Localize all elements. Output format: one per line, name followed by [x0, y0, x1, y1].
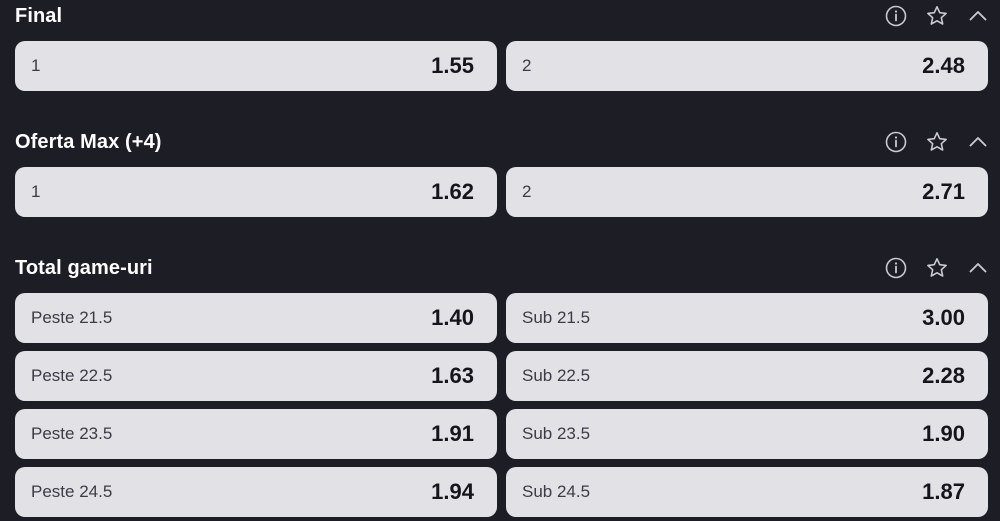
chevron-up-icon[interactable]	[966, 4, 990, 28]
market-title: Oferta Max (+4)	[15, 131, 162, 153]
odd-label: 2	[522, 56, 532, 75]
chevron-up-icon[interactable]	[966, 130, 990, 154]
odd-label: Peste 21.5	[31, 308, 113, 327]
odd-label: Peste 23.5	[31, 424, 113, 443]
odd-value: 1.91	[431, 421, 474, 446]
odd-button[interactable]: Sub 24.5 1.87	[506, 467, 988, 517]
odd-button[interactable]: Sub 22.5 2.28	[506, 351, 988, 401]
market-section: Final 1 1.55 2 2.48	[0, 0, 1000, 91]
odd-label: Peste 24.5	[31, 482, 113, 501]
odd-value: 2.48	[922, 53, 965, 78]
odd-value: 3.00	[922, 305, 965, 330]
market-actions	[884, 252, 990, 284]
odd-label: Peste 22.5	[31, 366, 113, 385]
odd-button[interactable]: Peste 21.5 1.40	[15, 293, 497, 343]
market-section: Oferta Max (+4) 1 1.62 2 2.71	[0, 126, 1000, 217]
odd-value: 1.87	[922, 479, 965, 504]
odd-value: 1.55	[431, 53, 474, 78]
odd-button[interactable]: Peste 24.5 1.94	[15, 467, 497, 517]
market-header: Oferta Max (+4)	[0, 126, 1000, 158]
odd-label: Sub 23.5	[522, 424, 591, 443]
odd-button[interactable]: 1 1.62	[15, 167, 497, 217]
star-icon[interactable]	[925, 256, 949, 280]
odd-button[interactable]: Sub 21.5 3.00	[506, 293, 988, 343]
odd-value: 2.28	[922, 363, 965, 388]
market-title: Final	[15, 5, 63, 27]
info-icon[interactable]	[884, 256, 908, 280]
odd-label: Sub 24.5	[522, 482, 591, 501]
odd-value: 1.40	[431, 305, 474, 330]
odd-value: 2.71	[922, 179, 965, 204]
info-icon[interactable]	[884, 130, 908, 154]
odd-button[interactable]: 1 1.55	[15, 41, 497, 91]
odd-label: 1	[31, 56, 41, 75]
odd-button[interactable]: Peste 23.5 1.91	[15, 409, 497, 459]
market-header: Total game-uri	[0, 252, 1000, 284]
odd-button[interactable]: 2 2.48	[506, 41, 988, 91]
star-icon[interactable]	[925, 130, 949, 154]
odd-button[interactable]: 2 2.71	[506, 167, 988, 217]
chevron-up-icon[interactable]	[966, 256, 990, 280]
info-icon[interactable]	[884, 4, 908, 28]
odd-value: 1.94	[431, 479, 474, 504]
market-actions	[884, 126, 990, 158]
market-header: Final	[0, 0, 1000, 32]
odd-button[interactable]: Peste 22.5 1.63	[15, 351, 497, 401]
market-section: Total game-uri Peste 21.5 1.40 Sub 21.5 3.00…	[0, 252, 1000, 517]
market-actions	[884, 0, 990, 32]
odd-label: 1	[31, 182, 41, 201]
odd-value: 1.62	[431, 179, 474, 204]
odd-label: Sub 21.5	[522, 308, 591, 327]
odd-value: 1.63	[431, 363, 474, 388]
odd-value: 1.90	[922, 421, 965, 446]
market-title: Total game-uri	[15, 257, 153, 279]
odd-label: 2	[522, 182, 532, 201]
markets-panel: Final 1 1.55 2 2.48 Oferta Max (+4) 1 1.62 2 2.71…	[0, 0, 1000, 521]
star-icon[interactable]	[925, 4, 949, 28]
odd-button[interactable]: Sub 23.5 1.90	[506, 409, 988, 459]
odd-label: Sub 22.5	[522, 366, 591, 385]
